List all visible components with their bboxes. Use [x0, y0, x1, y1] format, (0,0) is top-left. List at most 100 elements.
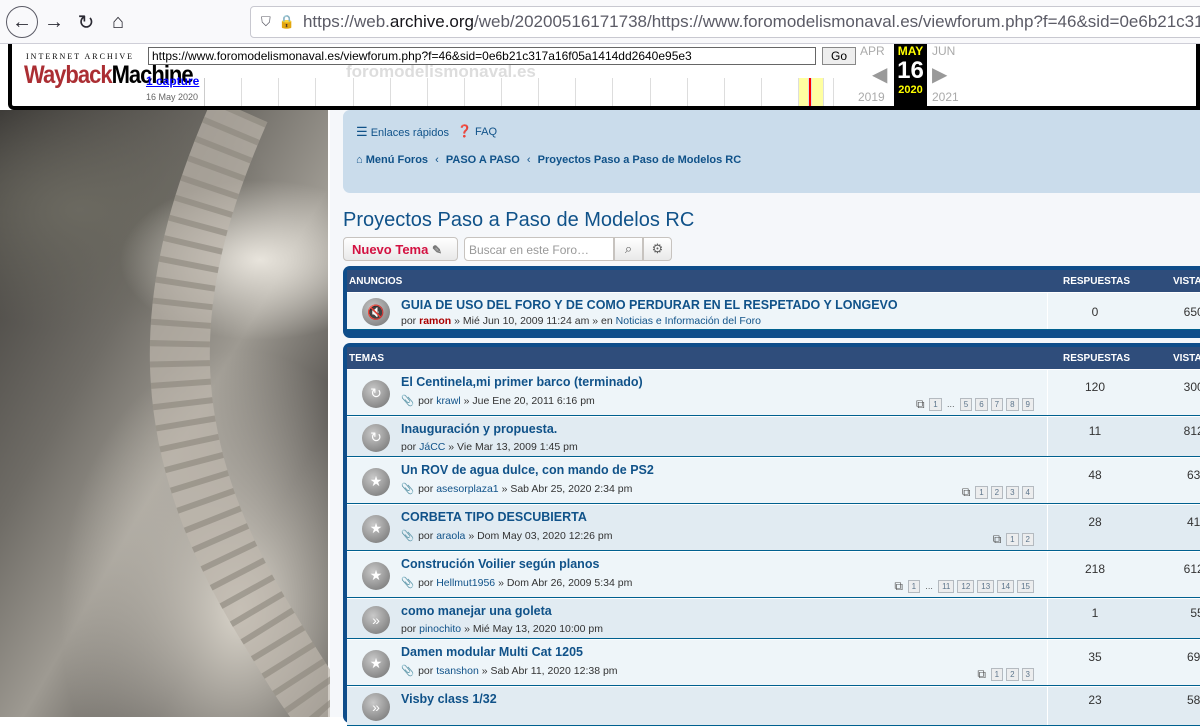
next-year-label[interactable]: 2021	[932, 90, 959, 104]
view-count: 55	[1190, 605, 1200, 620]
page-title[interactable]: Proyectos Paso a Paso de Modelos RC	[343, 209, 694, 232]
view-count: 698	[1186, 649, 1200, 664]
topic-author[interactable]: araola	[436, 530, 465, 542]
topic-row[interactable]: ★ CORBETA TIPO DESCUBIERTA 📎 por araola » D…	[347, 504, 1200, 551]
view-count: 3006	[1183, 379, 1200, 394]
reload-button[interactable]: ↻	[70, 6, 102, 38]
home-button[interactable]: ⌂	[102, 6, 134, 38]
by-label: por	[418, 530, 434, 542]
prev-month-label[interactable]: APR	[860, 44, 885, 58]
reply-count: 218	[1084, 561, 1106, 576]
page-link[interactable]: 5	[959, 398, 973, 411]
page-link[interactable]: 4	[1021, 486, 1034, 499]
pages-icon: ⧉	[915, 397, 925, 411]
topic-title[interactable]: Visby class 1/32	[401, 692, 497, 706]
topic-row[interactable]: » como manejar una goleta por pinochito » …	[347, 598, 1200, 639]
topic-title[interactable]: como manejar una goleta	[401, 604, 552, 618]
page-link[interactable]: 1	[975, 486, 988, 499]
page-link[interactable]: 13	[977, 580, 995, 593]
page-link[interactable]: 14	[997, 580, 1015, 593]
page-link[interactable]: 1	[990, 668, 1004, 681]
page-link[interactable]: 1	[907, 580, 921, 593]
topic-title[interactable]: Construción Voilier según planos	[401, 557, 599, 571]
topic-meta: 📎 por asesorplaza1 » Sab Abr 25, 2020 2:3…	[401, 482, 632, 495]
topic-author[interactable]: Hellmut1956	[436, 577, 495, 589]
wayback-capture-date: 16 May 2020	[146, 92, 199, 102]
back-button[interactable]: ←	[6, 6, 38, 38]
topic-row[interactable]: ★ Damen modular Multi Cat 1205 📎 por tsansh…	[347, 639, 1200, 686]
page-link[interactable]: 3	[1006, 486, 1019, 499]
page-link[interactable]: 11	[938, 580, 955, 593]
page-link[interactable]: 6	[975, 398, 988, 411]
topic-row[interactable]: ↻ Inauguración y propuesta. por JáCC » Vie…	[347, 416, 1200, 457]
topic-date: » Mié Jun 10, 2009 11:24 am » en	[454, 315, 613, 327]
next-capture-arrow[interactable]: ▶	[932, 62, 947, 87]
lock-icon: 🔒	[278, 14, 295, 29]
topic-author[interactable]: tsanshon	[436, 665, 479, 677]
quick-links-label: Enlaces rápidos	[370, 127, 449, 139]
gear-icon: ⚙	[651, 241, 664, 256]
faq-label: FAQ	[475, 126, 498, 138]
topic-forum-link[interactable]: Noticias e Información del Foro	[616, 315, 761, 327]
forward-button[interactable]: →	[38, 6, 70, 38]
quick-links-menu[interactable]: ☰ Enlaces rápidos	[356, 124, 449, 140]
prev-capture-arrow[interactable]: ◀	[872, 62, 887, 87]
page-link[interactable]: 2	[1006, 668, 1019, 681]
prev-year-label[interactable]: 2019	[858, 90, 885, 104]
next-month-label[interactable]: JUN	[932, 44, 955, 58]
page-link[interactable]: 1	[1006, 533, 1019, 546]
topic-title[interactable]: CORBETA TIPO DESCUBIERTA	[401, 510, 587, 524]
page-link[interactable]: 8	[1006, 398, 1019, 411]
wayback-go-button[interactable]: Go	[822, 47, 856, 65]
page-link[interactable]: 1	[929, 398, 942, 411]
topic-title[interactable]: Inauguración y propuesta.	[401, 422, 557, 436]
cur-month: MAY	[897, 44, 924, 58]
topic-author[interactable]: ramon	[419, 315, 451, 327]
page-link[interactable]: 15	[1017, 580, 1034, 593]
page-link[interactable]: 2	[990, 486, 1004, 499]
attachment-icon: 📎	[401, 395, 415, 407]
faq-link[interactable]: ❓ FAQ	[457, 124, 497, 138]
wayback-sparkline[interactable]	[204, 78, 834, 106]
col-replies: RESPUESTAS	[1063, 276, 1131, 287]
advanced-search-button[interactable]: ⚙	[643, 237, 672, 261]
topic-meta: 📎 por araola » Dom May 03, 2020 12:26 pm	[401, 529, 612, 542]
topic-title[interactable]: El Centinela,mi primer barco (terminado)	[401, 375, 643, 389]
address-bar[interactable]: ⛉ 🔒 https://web. archive.org/web/20200516…	[250, 6, 1200, 38]
col-views: VISTAS	[1173, 353, 1200, 364]
breadcrumb-sep: ‹	[435, 154, 439, 166]
topic-title[interactable]: Damen modular Multi Cat 1205	[401, 645, 583, 659]
new-topic-button[interactable]: Nuevo Tema ✎	[343, 237, 458, 261]
topic-author[interactable]: pinochito	[419, 623, 461, 635]
current-capture-date: MAY 16 2020	[894, 44, 927, 106]
topic-title[interactable]: Un ROV de agua dulce, con mando de PS2	[401, 463, 654, 477]
page-link[interactable]: 12	[957, 580, 975, 593]
breadcrumb-paso[interactable]: PASO A PASO	[446, 154, 520, 166]
announcement-row[interactable]: 🔇 GUIA DE USO DEL FORO Y DE COMO PERDURA…	[347, 292, 1200, 330]
page-link[interactable]: 7	[990, 398, 1004, 411]
breadcrumb-forum[interactable]: Proyectos Paso a Paso de Modelos RC	[538, 154, 742, 166]
topic-meta: por ramon » Mié Jun 10, 2009 11:24 am » …	[401, 315, 761, 327]
topic-row[interactable]: ↻ El Centinela,mi primer barco (terminado…	[347, 369, 1200, 416]
view-count: 412	[1186, 514, 1200, 529]
topic-row[interactable]: ★ Un ROV de agua dulce, con mando de PS2 📎…	[347, 457, 1200, 504]
topic-title[interactable]: GUIA DE USO DEL FORO Y DE COMO PERDURAR …	[401, 298, 898, 312]
page-link[interactable]: 9	[1021, 398, 1034, 411]
topic-author[interactable]: asesorplaza1	[436, 483, 498, 495]
topic-meta: 📎 por Hellmut1956 » Dom Abr 26, 2009 5:34…	[401, 576, 632, 589]
by-label: por	[418, 395, 434, 407]
page-link[interactable]: 2	[1021, 533, 1034, 546]
topic-author[interactable]: krawl	[436, 395, 461, 407]
forum-navbar: ☰ Enlaces rápidos ❓ FAQ ⌂ Menú Foros ‹ P…	[343, 110, 1200, 193]
forum-search-input[interactable]: Buscar en este Foro…	[464, 237, 614, 261]
search-button[interactable]: ⌕	[614, 237, 643, 261]
topic-row[interactable]: ★ Construción Voilier según planos 📎 por He…	[347, 551, 1200, 598]
breadcrumb-home[interactable]: Menú Foros	[366, 154, 428, 166]
pages-icon: ⧉	[977, 667, 986, 681]
wayback-captures-link[interactable]: 1 capture	[146, 74, 199, 88]
pages-icon: ⧉	[961, 485, 971, 499]
page-link[interactable]: 3	[1021, 668, 1034, 681]
pagination: ⧉ 1 2 3	[976, 667, 1034, 682]
topic-row[interactable]: »Visby class 1/32 23583	[347, 686, 1200, 726]
topic-author[interactable]: JáCC	[419, 441, 445, 453]
